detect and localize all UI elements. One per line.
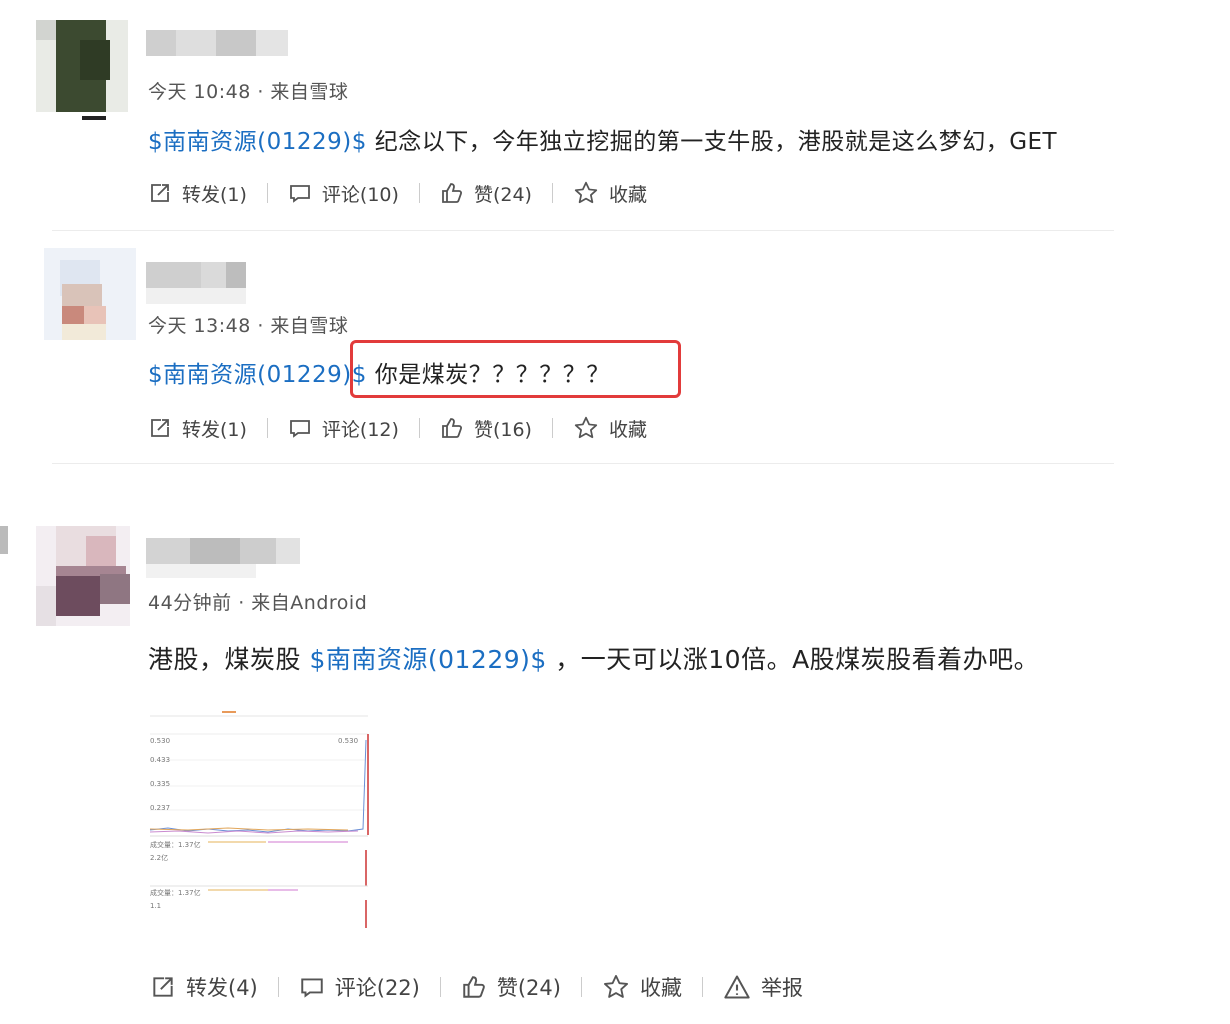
repost-label: 转发(4) xyxy=(186,976,258,1000)
y-tick: 0.530 xyxy=(150,737,171,745)
repost-button[interactable]: 转发(1) xyxy=(148,415,247,442)
like-label: 赞(24) xyxy=(473,183,532,206)
like-button[interactable]: 赞(24) xyxy=(440,180,532,207)
report-label: 举报 xyxy=(760,976,803,1000)
username-blurred[interactable] xyxy=(146,262,246,288)
post-text: 纪念以下，今年独立挖掘的第一支牛股，港股就是这么梦幻，GET xyxy=(366,129,1058,155)
repost-icon xyxy=(151,184,169,202)
repost-icon xyxy=(153,977,173,997)
comment-icon xyxy=(290,420,310,438)
star-icon xyxy=(603,974,628,998)
divider xyxy=(418,418,420,438)
post-meta: 今天 13:48 · 来自雪球 xyxy=(148,315,349,337)
post-separator xyxy=(52,463,1114,464)
like-button[interactable]: 赞(24) xyxy=(461,972,561,1002)
favorite-label: 收藏 xyxy=(608,183,647,206)
repost-label: 转发(1) xyxy=(182,418,247,441)
comment-label: 评论(12) xyxy=(321,418,399,441)
comment-button[interactable]: 评论(22) xyxy=(299,972,420,1002)
post-content: $南南资源(01229)$ 纪念以下，今年独立挖掘的第一支牛股，港股就是这么梦幻… xyxy=(148,122,1057,156)
stock-link[interactable]: $南南资源(01229)$ xyxy=(148,129,367,155)
post-actions: 转发(1) 评论(10) 赞(24) 收藏 xyxy=(148,176,647,210)
like-button[interactable]: 赞(16) xyxy=(440,415,532,442)
favorite-label: 收藏 xyxy=(639,976,682,1000)
post-meta: 今天 10:48 · 来自雪球 xyxy=(148,81,349,103)
star-icon xyxy=(574,181,598,204)
star-icon xyxy=(574,416,598,439)
divider xyxy=(551,418,553,438)
post-meta: 44分钟前 · 来自Android xyxy=(148,592,368,614)
thumbs-up-icon xyxy=(442,183,462,203)
y-tick: 0.335 xyxy=(150,780,171,788)
divider xyxy=(580,977,582,997)
like-label: 赞(16) xyxy=(473,418,532,441)
divider xyxy=(551,183,553,203)
warning-icon xyxy=(724,975,750,999)
repost-label: 转发(1) xyxy=(182,183,247,206)
volume-tick: 1.1 xyxy=(150,902,162,910)
favorite-label: 收藏 xyxy=(608,418,647,441)
last-price-label: 0.530 xyxy=(338,737,359,745)
report-button[interactable]: 举报 xyxy=(723,972,803,1002)
thumbs-up-icon xyxy=(442,418,462,438)
post-content: 港股，煤炭股 $南南资源(01229)$ ，一天可以涨10倍。A股煤炭股看着办吧… xyxy=(148,640,1039,676)
avatar[interactable] xyxy=(36,20,128,112)
comment-icon xyxy=(290,185,310,203)
post-text-before: 港股，煤炭股 xyxy=(148,645,310,674)
y-tick: 0.433 xyxy=(150,756,171,764)
favorite-button[interactable]: 收藏 xyxy=(573,415,647,442)
comment-button[interactable]: 评论(10) xyxy=(288,180,399,207)
username-blurred[interactable] xyxy=(146,30,288,56)
avatar[interactable] xyxy=(36,526,130,626)
divider xyxy=(418,183,420,203)
comment-button[interactable]: 评论(12) xyxy=(288,415,399,442)
highlight-box xyxy=(350,340,681,398)
post-actions: 转发(1) 评论(12) 赞(16) 收藏 xyxy=(148,411,647,445)
volume-label-2: 成交量：1.37亿 xyxy=(150,889,201,897)
chart-thumbnail-image[interactable]: 0.530 0.433 0.335 0.237 0.530 成交量：1.37亿 … xyxy=(148,700,370,932)
post-actions: 转发(4) 评论(22) 赞(24) 收藏 举报 xyxy=(150,970,803,1004)
divider xyxy=(266,418,268,438)
avatar[interactable] xyxy=(44,248,136,340)
comment-label: 评论(10) xyxy=(321,183,399,206)
like-label: 赞(24) xyxy=(496,976,561,1000)
favorite-button[interactable]: 收藏 xyxy=(602,972,682,1002)
stock-link[interactable]: $南南资源(01229)$ xyxy=(309,645,546,674)
repost-button[interactable]: 转发(1) xyxy=(148,180,247,207)
post-text-after: ，一天可以涨10倍。A股煤炭股看着办吧。 xyxy=(546,645,1040,674)
volume-label: 成交量：1.37亿 xyxy=(150,841,201,849)
repost-button[interactable]: 转发(4) xyxy=(150,972,258,1002)
divider xyxy=(439,977,441,997)
divider xyxy=(701,977,703,997)
y-tick: 0.237 xyxy=(150,804,171,812)
stock-link[interactable]: $南南资源(01229)$ xyxy=(148,362,367,388)
divider xyxy=(277,977,279,997)
comment-icon xyxy=(301,978,323,998)
favorite-button[interactable]: 收藏 xyxy=(573,180,647,207)
repost-icon xyxy=(151,419,169,437)
volume-tick: 2.2亿 xyxy=(150,854,169,862)
post-separator xyxy=(52,230,1114,231)
comment-label: 评论(22) xyxy=(334,976,420,1000)
divider xyxy=(266,183,268,203)
thumbs-up-icon xyxy=(463,976,485,998)
username-blurred[interactable] xyxy=(146,538,300,564)
